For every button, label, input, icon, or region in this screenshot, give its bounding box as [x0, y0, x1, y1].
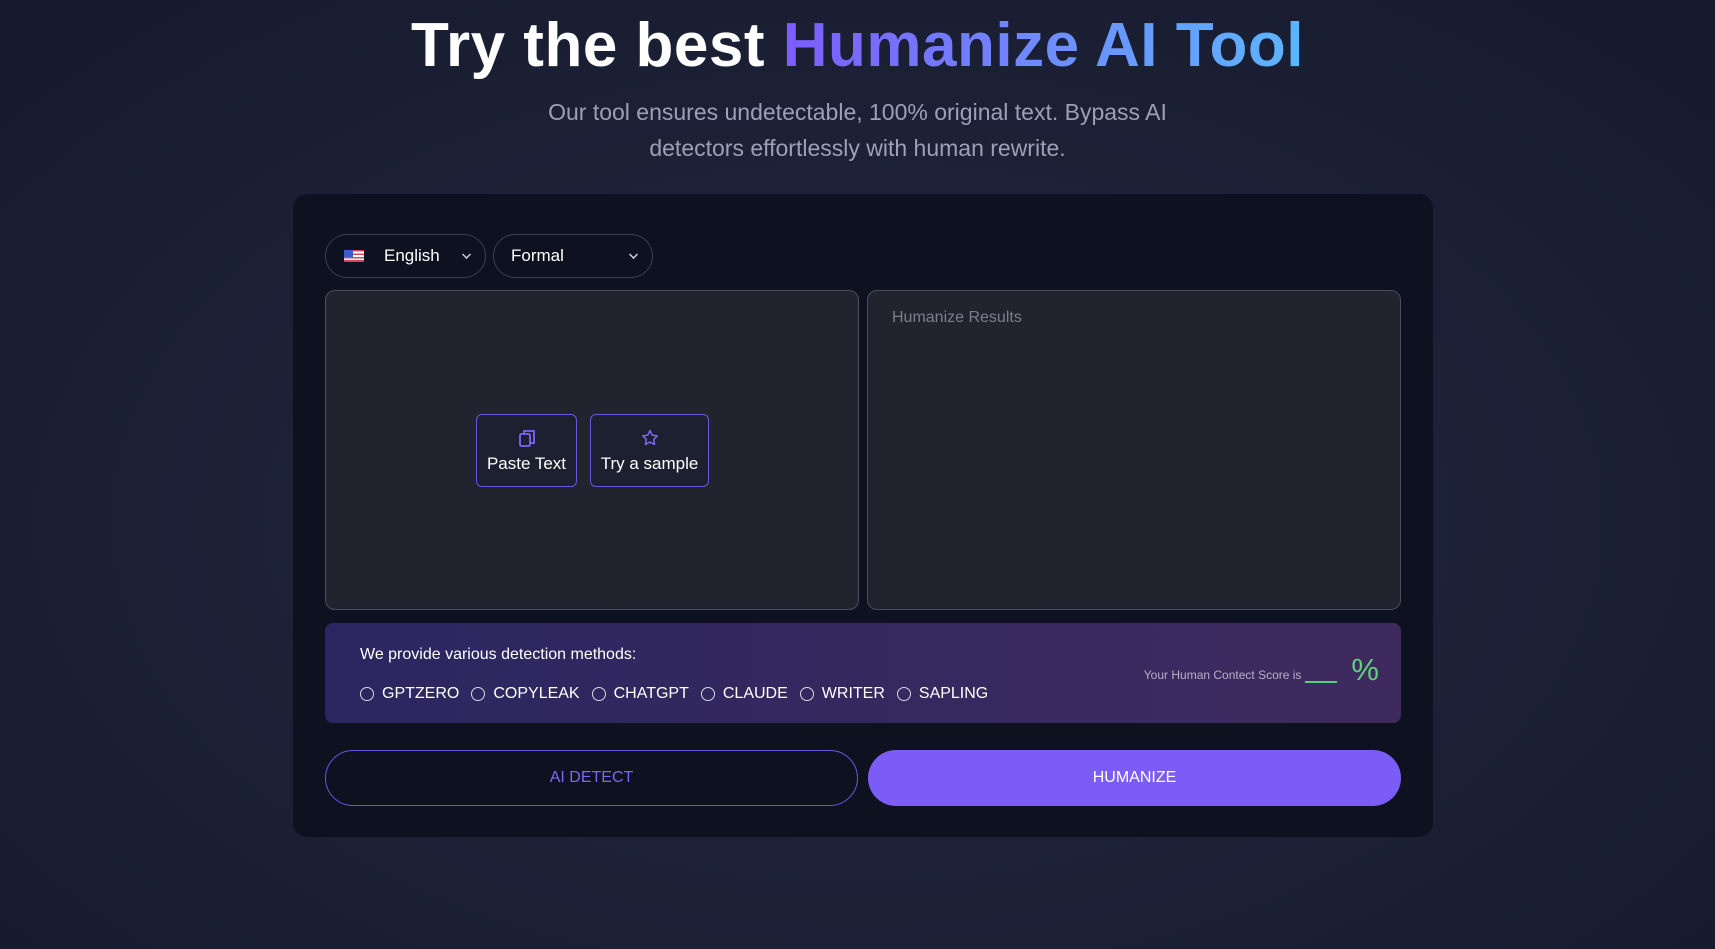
page-title: Try the best Humanize AI Tool: [0, 10, 1715, 81]
radio-icon[interactable]: [799, 687, 814, 701]
ai-detect-button[interactable]: AI DETECT: [325, 750, 858, 806]
radio-icon[interactable]: [896, 687, 911, 701]
humanizer-card: English Formal Paste Text Try a sample H…: [293, 194, 1433, 837]
radio-icon[interactable]: [591, 687, 606, 701]
radio-icon[interactable]: [471, 687, 486, 701]
language-select[interactable]: English: [325, 234, 486, 278]
score-value-blank: [1305, 681, 1338, 683]
method-label: WRITER: [821, 685, 885, 702]
ai-detect-label: AI DETECT: [549, 769, 634, 786]
page-subtitle: Our tool ensures undetectable, 100% orig…: [0, 94, 1715, 166]
title-prefix: Try the best: [411, 11, 783, 80]
paste-text-button[interactable]: Paste Text: [476, 414, 577, 487]
results-text-area[interactable]: Humanize Results: [867, 290, 1401, 610]
method-label: CLAUDE: [722, 685, 788, 702]
chevron-down-icon: [629, 250, 638, 259]
tone-value: Formal: [511, 246, 564, 265]
detection-methods-panel: We provide various detection methods: GP…: [325, 623, 1401, 723]
method-writer[interactable]: WRITER: [799, 685, 885, 703]
method-label: COPYLEAK: [493, 685, 580, 702]
method-label: GPTZERO: [382, 685, 460, 702]
results-placeholder: Humanize Results: [892, 309, 1022, 326]
star-icon: [641, 429, 658, 445]
detection-title: We provide various detection methods:: [360, 646, 637, 663]
detection-method-list: GPTZERO COPYLEAK CHATGPT CLAUDE WRITER S…: [360, 685, 1000, 703]
copy-icon: [518, 429, 535, 447]
human-score: Your Human Contect Score is %: [1144, 653, 1379, 687]
subtitle-line-1: Our tool ensures undetectable, 100% orig…: [548, 99, 1167, 125]
tone-select[interactable]: Formal: [493, 234, 653, 278]
try-sample-button[interactable]: Try a sample: [590, 414, 709, 487]
subtitle-line-2: detectors effortlessly with human rewrit…: [649, 135, 1066, 161]
radio-icon[interactable]: [700, 687, 715, 701]
language-value: English: [384, 246, 440, 265]
radio-icon[interactable]: [360, 687, 374, 701]
method-label: CHATGPT: [613, 685, 689, 702]
title-accent: Humanize AI Tool: [782, 11, 1304, 80]
try-sample-label: Try a sample: [600, 453, 699, 473]
method-label: SAPLING: [918, 685, 989, 702]
method-gptzero[interactable]: GPTZERO: [360, 685, 459, 703]
method-claude[interactable]: CLAUDE: [700, 685, 788, 703]
method-sapling[interactable]: SAPLING: [896, 685, 989, 703]
chevron-down-icon: [462, 250, 471, 259]
us-flag-icon: [344, 250, 364, 262]
humanize-button[interactable]: HUMANIZE: [868, 750, 1401, 806]
method-chatgpt[interactable]: CHATGPT: [591, 685, 689, 703]
input-text-area[interactable]: Paste Text Try a sample: [325, 290, 859, 610]
humanize-label: HUMANIZE: [1092, 769, 1177, 786]
method-copyleak[interactable]: COPYLEAK: [471, 685, 580, 703]
score-label: Your Human Contect Score is: [1143, 668, 1302, 682]
paste-text-label: Paste Text: [486, 453, 567, 473]
score-unit: %: [1351, 652, 1379, 687]
